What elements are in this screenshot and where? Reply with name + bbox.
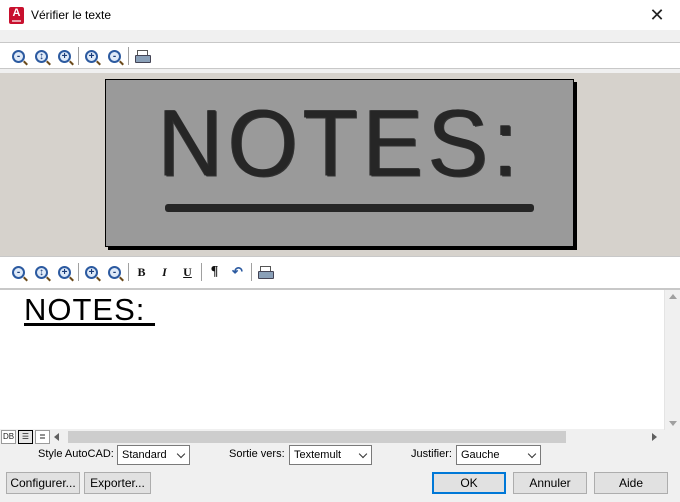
undo-button[interactable]: ↶ (228, 263, 247, 281)
paragraph-icon: ¶ (210, 264, 219, 279)
print-button[interactable] (132, 47, 151, 65)
italic-icon: I (162, 264, 167, 279)
zoom-out-button-2[interactable]: - (105, 47, 124, 65)
zoom-window-button[interactable]: + (55, 47, 74, 65)
zoom-out-button-2[interactable]: - (105, 263, 124, 281)
chevron-down-icon (358, 449, 368, 459)
toolbar-separator (128, 47, 129, 65)
edit-toolbar: - ↕ + + - B I U ¶ ↶ (0, 256, 680, 289)
close-button[interactable]: ✕ (634, 0, 680, 31)
window-title: Vérifier le texte (31, 8, 112, 22)
scanned-text: NOTES: (158, 91, 524, 197)
zoom-fit-button[interactable]: ↕ (32, 263, 51, 281)
toolbar-separator (78, 263, 79, 281)
view-mode-lines-button[interactable]: ☰ (18, 430, 33, 444)
zoom-out-icon: - (12, 49, 25, 63)
view-mode-db-button[interactable]: DB (1, 430, 16, 444)
scroll-left-icon[interactable] (54, 433, 59, 441)
configure-button[interactable]: Configurer... (6, 472, 80, 494)
toolbar-separator (128, 263, 129, 281)
toolbar-separator (251, 263, 252, 281)
zoom-out-button[interactable]: - (9, 47, 28, 65)
bold-icon: B (137, 264, 146, 279)
print-icon (257, 266, 274, 279)
justify-select[interactable]: Gauche (456, 445, 541, 465)
zoom-in-button[interactable]: + (82, 47, 101, 65)
zoom-fit-icon: ↕ (35, 49, 48, 63)
scroll-down-icon[interactable] (669, 421, 677, 426)
output-select-value: Textemult (294, 449, 342, 461)
cancel-button[interactable]: Annuler (513, 472, 587, 494)
chevron-down-icon (176, 449, 186, 459)
view-mode-justified-button[interactable]: ≣ (35, 430, 50, 444)
scan-preview-area: NOTES: (0, 73, 680, 256)
zoom-in-button[interactable]: + (82, 263, 101, 281)
bold-button[interactable]: B (132, 263, 151, 281)
zoom-out-icon: - (12, 265, 25, 279)
style-label: Style AutoCAD: (38, 448, 114, 460)
style-select[interactable]: Standard (117, 445, 190, 465)
scroll-right-icon[interactable] (652, 433, 657, 441)
paragraph-button[interactable]: ¶ (205, 263, 224, 281)
zoom-window-button[interactable]: + (55, 263, 74, 281)
vertical-scrollbar[interactable] (664, 290, 680, 430)
underline-icon: U (183, 264, 192, 279)
zoom-window-icon: + (58, 265, 71, 279)
italic-button[interactable]: I (155, 263, 174, 281)
output-label: Sortie vers: (229, 448, 285, 460)
recognized-text[interactable]: NOTES: (24, 292, 155, 328)
underline-button[interactable]: U (178, 263, 197, 281)
output-select[interactable]: Textemult (289, 445, 372, 465)
zoom-out-icon: - (108, 265, 121, 279)
help-button[interactable]: Aide (594, 472, 668, 494)
toolbar-separator (78, 47, 79, 65)
scroll-up-icon[interactable] (669, 294, 677, 299)
scroll-thumb[interactable] (68, 431, 566, 443)
zoom-fit-button[interactable]: ↕ (32, 47, 51, 65)
export-button[interactable]: Exporter... (84, 472, 151, 494)
zoom-in-icon: + (85, 49, 98, 63)
title-bar: A Vérifier le texte ✕ (0, 0, 680, 31)
justify-select-value: Gauche (461, 449, 500, 461)
autocad-app-icon: A (9, 7, 24, 24)
style-select-value: Standard (122, 449, 167, 461)
zoom-fit-icon: ↕ (35, 265, 48, 279)
preview-toolbar: - ↕ + + - (0, 42, 680, 69)
chevron-down-icon (527, 449, 537, 459)
scanned-image: NOTES: (105, 79, 574, 247)
print-icon (134, 50, 151, 63)
justify-label: Justifier: (411, 448, 452, 460)
zoom-out-button[interactable]: - (9, 263, 28, 281)
close-icon: ✕ (649, 5, 665, 25)
print-button[interactable] (255, 263, 274, 281)
toolbar-separator (201, 263, 202, 281)
zoom-out-icon: - (108, 49, 121, 63)
horizontal-scrollbar: DB ☰ ≣ (0, 429, 664, 445)
text-editor[interactable]: NOTES: (0, 289, 680, 430)
zoom-in-icon: + (85, 265, 98, 279)
scanned-underline (165, 204, 534, 212)
undo-icon: ↶ (232, 264, 243, 279)
ok-button[interactable]: OK (432, 472, 506, 494)
zoom-window-icon: + (58, 49, 71, 63)
